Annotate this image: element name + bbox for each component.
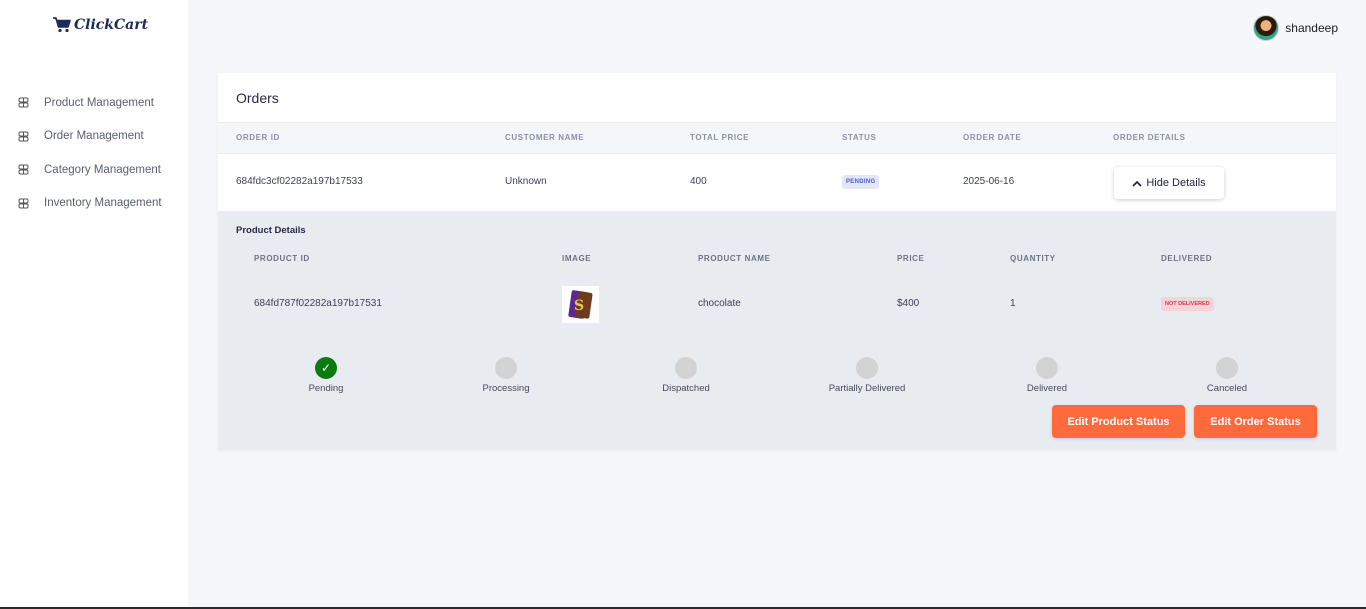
column-header-total-price: TOTAL PRICE [690,133,750,142]
product-quantity: 1 [1010,298,1016,309]
product-details-title: Product Details [236,225,306,236]
column-header-delivered: DELIVERED [1161,254,1213,263]
grid-icon [18,198,29,209]
orders-table-header: ORDER ID CUSTOMER NAME TOTAL PRICE STATU… [218,122,1336,154]
column-header-status: STATUS [842,133,877,142]
column-header-price: PRICE [897,254,925,263]
column-header-product-name: PRODUCT NAME [698,254,771,263]
product-name: chocolate [698,298,741,309]
edit-product-status-button[interactable]: Edit Product Status [1052,405,1185,438]
product-id: 684fd787f02282a197b17531 [254,298,382,309]
grid-icon [18,97,29,108]
step-label: Delivered [1026,383,1068,394]
cart-icon [53,17,71,33]
sidebar-item-label: Order Management [44,130,144,143]
column-header-image: IMAGE [562,254,592,263]
grid-icon [18,131,29,142]
column-header-order-details: ORDER DETAILS [1113,133,1186,142]
hide-details-label: Hide Details [1146,177,1206,189]
step-dot [495,357,517,379]
step-delivered: Delivered [987,357,1107,394]
step-dot [1036,357,1058,379]
status-badge: PENDING [842,175,880,189]
hide-details-button[interactable]: Hide Details [1114,167,1224,199]
page-title: Orders [236,90,279,106]
chevron-up-icon [1132,180,1142,187]
sidebar: ClickCart Product Management Order Manag… [0,0,188,609]
step-label: Partially Delivered [828,383,906,394]
step-partially-delivered: Partially Delivered [807,357,927,394]
step-dot [1216,357,1238,379]
sidebar-item-product-management[interactable]: Product Management [0,86,188,120]
grid-icon [18,164,29,175]
step-dot [675,357,697,379]
sidebar-item-label: Category Management [44,163,161,176]
column-header-product-id: PRODUCT ID [254,254,310,263]
svg-text:S: S [574,298,584,314]
product-details-panel: Product Details PRODUCT ID IMAGE PRODUCT… [218,211,1336,450]
order-id: 684fdc3cf02282a197b17533 [236,176,363,187]
column-header-customer-name: CUSTOMER NAME [505,133,585,142]
edit-order-status-button[interactable]: Edit Order Status [1194,405,1317,438]
user-menu[interactable]: shandeep [1253,15,1338,41]
logo[interactable]: ClickCart [52,16,148,34]
sidebar-item-inventory-management[interactable]: Inventory Management [0,187,188,221]
order-date: 2025-06-16 [963,176,1015,187]
avatar[interactable] [1253,15,1280,41]
step-pending: ✓ Pending [266,357,386,394]
customer-name: Unknown [505,176,547,187]
sidebar-item-category-management[interactable]: Category Management [0,153,188,187]
step-dot [856,357,878,379]
sidebar-item-order-management[interactable]: Order Management [0,120,188,154]
total-price: 400 [690,176,707,187]
step-label: Canceled [1206,383,1248,394]
check-icon: ✓ [315,357,337,379]
sidebar-nav: Product Management Order Management Cate… [0,86,188,220]
orders-card: Orders ORDER ID CUSTOMER NAME TOTAL PRIC… [218,73,1336,450]
step-label: Processing [482,383,530,394]
column-header-quantity: QUANTITY [1010,254,1056,263]
product-image: S [562,286,599,323]
username: shandeep [1285,21,1338,35]
step-processing: Processing [446,357,566,394]
step-label: Dispatched [662,383,710,394]
table-row: 684fdc3cf02282a197b17533 Unknown 400 PEN… [218,154,1336,211]
column-header-order-id: ORDER ID [236,133,280,142]
brand-name: ClickCart [74,17,149,33]
step-label: Pending [308,383,344,394]
sidebar-item-label: Inventory Management [44,197,162,210]
sidebar-item-label: Product Management [44,96,154,109]
delivery-status-badge: NOT DELIVERED [1161,297,1214,311]
step-dispatched: Dispatched [626,357,746,394]
step-canceled: Canceled [1167,357,1287,394]
column-header-order-date: ORDER DATE [963,133,1022,142]
product-price: $400 [897,298,920,309]
